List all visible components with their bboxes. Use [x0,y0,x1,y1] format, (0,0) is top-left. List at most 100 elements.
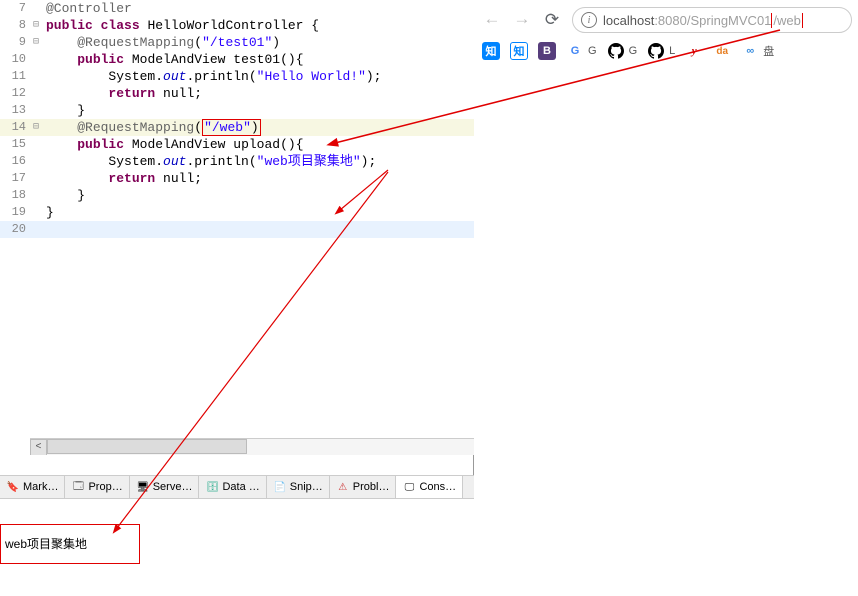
code-editor[interactable]: 7@Controller 8⊟public class HelloWorldCo… [0,0,474,455]
console-output-text: web项目聚集地 [5,537,87,551]
line-number: 13 [0,102,30,119]
console-icon: 🖵 [402,480,416,494]
console-panel[interactable]: web项目聚集地 [0,499,474,596]
annotation: @RequestMapping [77,35,194,50]
bookmark-github-2[interactable] [647,42,665,60]
tab-label: Snip… [290,481,323,493]
fold-toggle-icon[interactable]: ⊟ [30,17,42,34]
line-number: 10 [0,51,30,68]
properties-icon: 🗔 [71,480,85,494]
tab-label: Prop… [88,481,122,493]
annotation: @RequestMapping [77,120,194,135]
bookmarks-bar: 知 知 B G G G L y da ∞ 盘 [476,38,858,64]
tab-label: Probl… [353,481,390,493]
fold-icon [30,51,42,68]
bookmark-da[interactable]: da [713,42,731,60]
tab-properties[interactable]: 🗔Prop… [65,476,129,498]
line-number: 20 [0,221,30,238]
tab-servers[interactable]: 🖥Serve… [130,476,200,498]
fold-icon [30,85,42,102]
forward-button[interactable]: → [512,10,532,30]
tab-snippets[interactable]: 📄Snip… [267,476,330,498]
problems-icon: ⚠ [336,480,350,494]
line-number: 14 [0,119,30,136]
bookmark-baidu-pan[interactable]: ∞ [741,42,759,60]
scroll-left-icon[interactable]: < [30,439,47,456]
horizontal-scrollbar[interactable]: < [30,438,474,455]
object-ref: System. [108,69,163,84]
reload-button[interactable]: ⟳ [542,10,562,30]
highlighted-url-path: /web [771,13,802,28]
bookmark-youdao[interactable]: y [685,42,703,60]
bookmark-github[interactable] [607,42,625,60]
return-type: ModelAndView [132,52,226,67]
bookmark-zhihu[interactable]: 知 [482,42,500,60]
string-literal: "web项目聚集地" [257,154,361,169]
tab-label: Serve… [153,481,193,493]
tab-label: Cons… [419,481,456,493]
bookmark-google[interactable]: G [566,42,584,60]
line-number: 17 [0,170,30,187]
github-icon [648,43,664,59]
null-literal: null; [155,86,202,101]
field-ref: out [163,69,186,84]
line-number: 15 [0,136,30,153]
bookmark-label-g: G [588,45,597,57]
fold-toggle-icon[interactable]: ⊟ [30,119,42,136]
method-call: .println( [186,154,256,169]
keyword: public [77,137,124,152]
tab-console[interactable]: 🖵Cons… [396,476,463,498]
console-output-box: web项目聚集地 [0,524,140,564]
github-icon [608,43,624,59]
fold-icon [30,221,42,238]
address-bar[interactable]: i localhost:8080/SpringMVC01/web [572,7,852,33]
tab-label: Data … [222,481,259,493]
fold-icon [30,153,42,170]
tab-data-source[interactable]: 🗄Data … [199,476,266,498]
bookmark-label-g: G [629,45,638,57]
object-ref: System. [108,154,163,169]
punct: ); [366,69,382,84]
line-number: 11 [0,68,30,85]
snippets-icon: 📄 [273,480,287,494]
fold-toggle-icon[interactable]: ⊟ [30,34,42,51]
method-name: test01 [233,52,280,67]
keyword: public [77,52,124,67]
keyword: public [46,18,93,33]
keyword: return [108,86,155,101]
class-name: HelloWorldController [147,18,303,33]
tab-label: Mark… [23,481,58,493]
method-call: .println( [186,69,256,84]
data-source-icon: 🗄 [205,480,219,494]
browser-toolbar: ← → ⟳ i localhost:8080/SpringMVC01/web [476,4,858,36]
fold-icon [30,136,42,153]
keyword: return [108,171,155,186]
brace: { [303,18,319,33]
scroll-thumb[interactable] [47,439,247,454]
bookmark-label-l: L [669,45,675,57]
punct: ); [361,154,377,169]
return-type: ModelAndView [132,137,226,152]
fold-icon [30,170,42,187]
back-button[interactable]: ← [482,10,502,30]
line-number: 19 [0,204,30,221]
url-text: localhost:8080/SpringMVC01/web [603,13,843,28]
keyword: class [101,18,140,33]
tab-problems[interactable]: ⚠Probl… [330,476,397,498]
site-info-icon[interactable]: i [581,12,597,28]
method-name: upload [233,137,280,152]
bookmark-zhihu-alt[interactable]: 知 [510,42,528,60]
highlighted-mapping-box: "/web") [202,119,261,136]
string-literal: "/web" [204,120,251,135]
scroll-track[interactable] [47,439,474,456]
fold-icon [30,68,42,85]
view-tabs-bar: 🔖Mark… 🗔Prop… 🖥Serve… 🗄Data … 📄Snip… ⚠Pr… [0,475,474,499]
line-number: 18 [0,187,30,204]
bookmark-label-pan: 盘 [763,43,774,59]
field-ref: out [163,154,186,169]
string-literal: "Hello World!" [257,69,366,84]
line-number: 16 [0,153,30,170]
line-number: 7 [0,0,30,17]
bookmark-bootstrap[interactable]: B [538,42,556,60]
tab-markers[interactable]: 🔖Mark… [0,476,65,498]
